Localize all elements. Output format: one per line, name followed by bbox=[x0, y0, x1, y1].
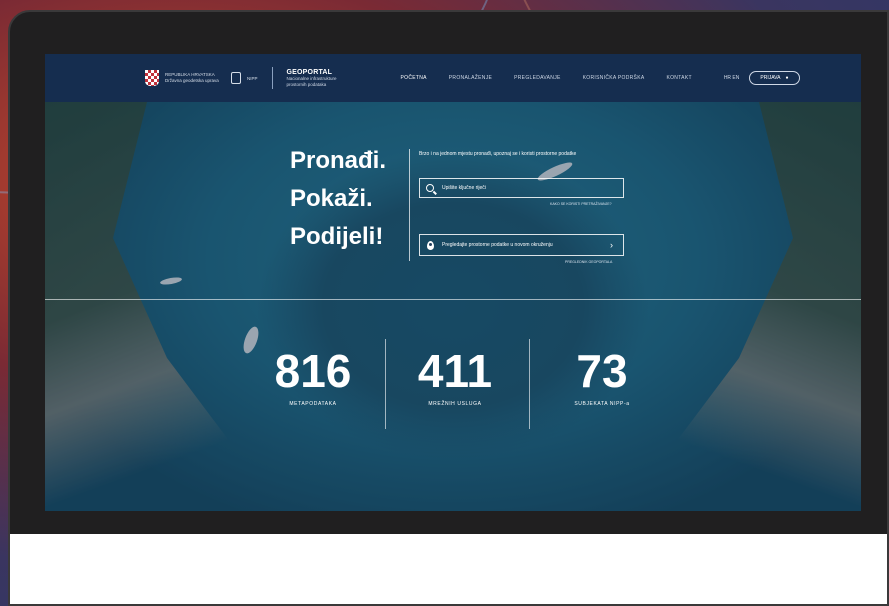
nav-support[interactable]: KORISNIČKA PODRŠKA bbox=[583, 75, 645, 81]
search-input[interactable] bbox=[442, 185, 612, 191]
brand-title: GEOPORTAL bbox=[286, 68, 333, 76]
search-help-link[interactable]: KAKO SE KORISTI PRETRAŽIVANJE? bbox=[550, 202, 612, 206]
photo-overlay bbox=[45, 54, 861, 511]
hero-slogan: Pronađi. Pokaži. Podijeli! bbox=[290, 142, 386, 256]
stat-value: 816 bbox=[274, 345, 352, 397]
brand: GEOPORTAL Nacionalne infrastrukture pros… bbox=[287, 69, 351, 88]
hero-word: Pokaži. bbox=[290, 185, 373, 212]
stat-value: 73 bbox=[576, 345, 628, 397]
hero-word: Pronađi. bbox=[290, 147, 387, 174]
stat-subjects: 73 SUBJEKATA NIPP-a bbox=[532, 347, 672, 407]
logo-group[interactable]: REPUBLIKA HRVATSKA Državna geodetska upr… bbox=[145, 67, 351, 89]
monitor-frame: REPUBLIKA HRVATSKA Državna geodetska upr… bbox=[8, 10, 889, 606]
map-viewer-button[interactable]: Pregledajte prostorne podatke u novom ok… bbox=[419, 234, 624, 256]
hero-divider bbox=[409, 149, 410, 261]
stat-label: MREŽNIH USLUGA bbox=[428, 401, 482, 407]
stat-divider bbox=[529, 339, 530, 429]
stat-value: 411 bbox=[417, 345, 493, 397]
coat-of-arms-icon bbox=[145, 70, 159, 86]
nav-browse[interactable]: PREGLEDAVANJE bbox=[514, 75, 561, 81]
user-icon: ● bbox=[785, 75, 789, 81]
partner-text: NIPP bbox=[247, 75, 258, 81]
stat-label: METAPODATAKA bbox=[289, 401, 337, 407]
login-label: PRIJAVA bbox=[760, 75, 781, 81]
nav-contact[interactable]: KONTAKT bbox=[666, 75, 691, 81]
section-divider bbox=[45, 299, 861, 300]
divider bbox=[271, 67, 273, 89]
login-button[interactable]: PRIJAVA ● bbox=[749, 71, 800, 85]
main-nav: POČETNA PRONALAŽENJE PREGLEDAVANJE KORIS… bbox=[401, 75, 692, 81]
site-header: REPUBLIKA HRVATSKA Državna geodetska upr… bbox=[45, 54, 861, 102]
map-button-label: Pregledajte prostorne podatke u novom ok… bbox=[442, 242, 553, 248]
nav-home[interactable]: POČETNA bbox=[401, 75, 427, 81]
stat-services: 411 MREŽNIH USLUGA bbox=[385, 347, 525, 407]
stat-metadata: 816 METAPODATAKA bbox=[243, 347, 383, 407]
chevron-right-icon: › bbox=[610, 240, 613, 250]
language-switch[interactable]: HR EN bbox=[724, 75, 740, 81]
search-icon bbox=[426, 184, 434, 192]
monitor-chin bbox=[10, 534, 887, 604]
search-box[interactable] bbox=[419, 178, 624, 198]
stat-label: SUBJEKATA NIPP-a bbox=[574, 401, 630, 407]
map-pin-icon bbox=[427, 240, 434, 250]
nav-search[interactable]: PRONALAŽENJE bbox=[449, 75, 492, 81]
logo-text: REPUBLIKA HRVATSKA Državna geodetska upr… bbox=[165, 72, 219, 83]
website-screen: REPUBLIKA HRVATSKA Državna geodetska upr… bbox=[45, 54, 861, 511]
hero-intro: Brzo i na jednom mjestu pronađi, upoznaj… bbox=[419, 151, 577, 157]
map-help-link[interactable]: PREGLEDNIK GEOPORTALA bbox=[565, 260, 612, 264]
brand-subtitle: Nacionalne infrastrukture prostornih pod… bbox=[286, 75, 337, 87]
hero-word: Podijeli! bbox=[290, 223, 384, 250]
nipp-logo-icon bbox=[231, 72, 241, 84]
